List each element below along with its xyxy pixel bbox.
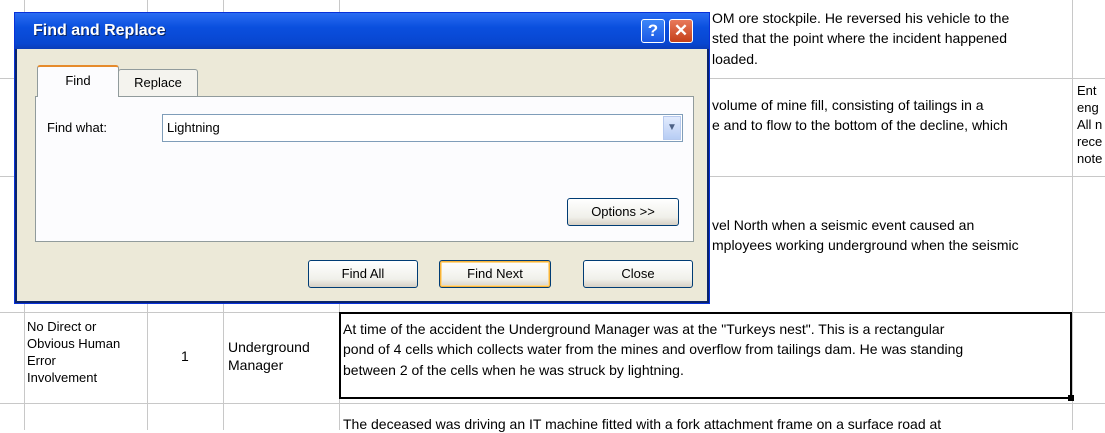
dialog-titlebar[interactable]: Find and Replace ? ✕	[15, 13, 709, 49]
cell-far-right-line: eng	[1077, 100, 1099, 115]
chevron-down-icon[interactable]: ▼	[663, 116, 681, 140]
find-next-button[interactable]: Find Next	[439, 260, 551, 288]
cell-role-line: Manager	[228, 357, 284, 373]
options-button[interactable]: Options >>	[567, 198, 679, 226]
cell-far-right-line: note	[1077, 151, 1103, 165]
close-icon[interactable]: ✕	[669, 19, 693, 43]
cell-description-next-line: The deceased was driving an IT machine f…	[343, 416, 942, 432]
find-what-label: Find what:	[47, 120, 107, 135]
cell-description-2-line: volume of mine fill, consisting of taili…	[712, 97, 984, 113]
cell-far-right-line: rece	[1077, 134, 1103, 149]
cell-role-line: Underground	[228, 339, 310, 355]
cell-description-2-line: e and to flow to the bottom of the decli…	[712, 117, 1008, 133]
cell-description-1-line: loaded.	[712, 51, 758, 67]
find-replace-dialog[interactable]: Find and Replace ? ✕ Find Replace Find w…	[14, 12, 710, 304]
cell-description-1-line: OM ore stockpile. He reversed his vehicl…	[712, 10, 1010, 26]
find-all-button[interactable]: Find All	[308, 260, 418, 288]
cell-far-right-line: Ent	[1077, 83, 1097, 98]
cell-description-1-line: sted that the point where the incident h…	[712, 30, 1007, 46]
close-button[interactable]: Close	[583, 260, 693, 288]
fill-handle[interactable]	[1068, 395, 1074, 401]
cell-human-error-line: No Direct or	[27, 319, 97, 334]
gridline	[1072, 0, 1073, 430]
tab-find[interactable]: Find	[37, 65, 119, 97]
active-cell-selection[interactable]	[339, 312, 1072, 399]
tab-replace[interactable]: Replace	[118, 69, 198, 97]
cell-description-3-line: vel North when a seismic event caused an	[712, 217, 975, 233]
cell-description-3-line: mployees working underground when the se…	[712, 237, 1019, 253]
find-what-input[interactable]: Lightning	[167, 120, 220, 135]
find-what-combobox[interactable]: Lightning ▼	[162, 114, 683, 142]
cell-human-error-line: Error	[27, 353, 56, 368]
gridline	[0, 403, 1105, 404]
dialog-title: Find and Replace	[33, 22, 166, 39]
cell-human-error-line: Obvious Human	[27, 336, 121, 351]
cell-human-error-line: Involvement	[27, 370, 98, 385]
cell-count: 1	[181, 348, 189, 364]
help-icon[interactable]: ?	[641, 19, 665, 43]
cell-far-right-line: All n	[1077, 117, 1103, 132]
